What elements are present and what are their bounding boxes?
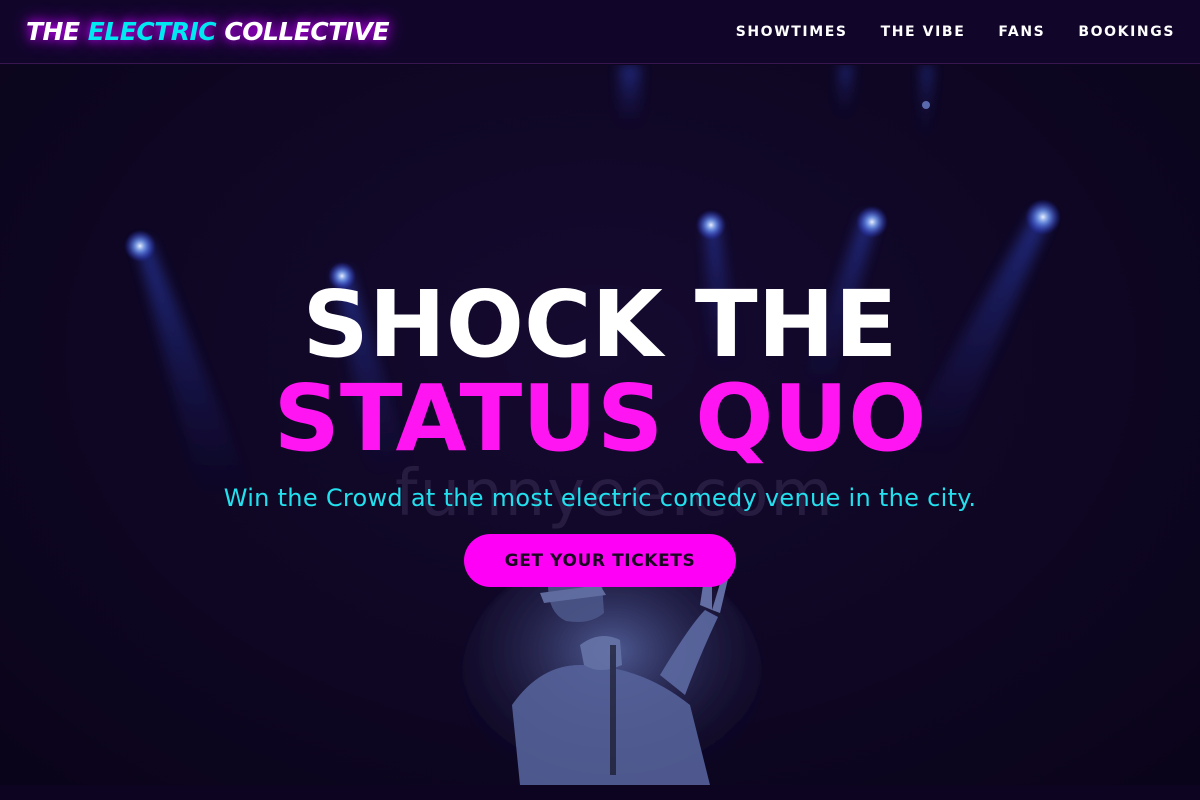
- hero-background-image: [124, 65, 1061, 785]
- site-logo[interactable]: THE ELECTRIC COLLECTIVE: [26, 17, 390, 46]
- logo-text-part2: COLLECTIVE: [216, 17, 390, 46]
- get-tickets-button[interactable]: GET YOUR TICKETS: [464, 534, 736, 587]
- footer-strip: [0, 785, 1200, 800]
- hero-section: funnyee.com: [0, 65, 1200, 785]
- nav-link-showtimes[interactable]: SHOWTIMES: [736, 24, 848, 40]
- nav-link-fans[interactable]: FANS: [998, 24, 1045, 40]
- watermark-text: funnyee.com: [395, 457, 835, 531]
- page: funnyee.com THE ELECTRIC COLLECTIVE SHOW…: [0, 0, 1200, 800]
- logo-text-part1: THE: [26, 17, 88, 46]
- nav-links: SHOWTIMES THE VIBE FANS BOOKINGS: [736, 24, 1175, 40]
- top-navbar: THE ELECTRIC COLLECTIVE SHOWTIMES THE VI…: [0, 0, 1200, 64]
- nav-link-bookings[interactable]: BOOKINGS: [1078, 24, 1175, 40]
- logo-text-accent: ELECTRIC: [87, 17, 217, 46]
- nav-link-the-vibe[interactable]: THE VIBE: [881, 24, 966, 40]
